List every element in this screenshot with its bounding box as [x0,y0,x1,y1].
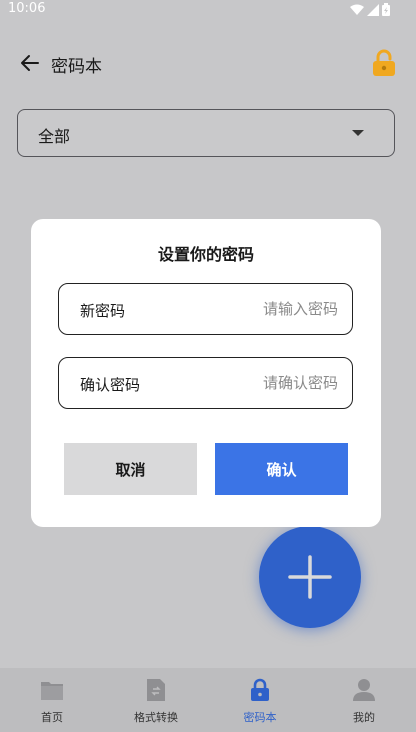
plus-icon [288,555,332,599]
lock-icon[interactable] [371,49,397,77]
page-title: 密码本 [51,57,102,77]
new-password-input[interactable] [188,296,338,322]
folder-icon [41,682,63,700]
confirm-button[interactable]: 确认 [215,443,348,495]
status-time: 10:06 [8,1,46,16]
nav-label: 格式转换 [134,711,178,724]
app-bar: 密码本 [0,40,416,86]
new-password-field[interactable]: 新密码 [58,283,353,335]
file-convert-icon [147,679,165,701]
wifi-icon [350,4,364,15]
back-arrow-icon[interactable] [18,51,42,75]
nav-label: 我的 [353,711,375,724]
new-password-label: 新密码 [80,302,126,320]
nav-item-me[interactable]: 我的 [312,668,416,732]
nav-item-password-book[interactable]: 密码本 [208,668,312,732]
confirm-password-field[interactable]: 确认密码 [58,357,353,409]
status-bar: 10:06 [0,0,416,20]
nav-label: 密码本 [243,711,277,724]
add-button[interactable] [259,526,361,628]
nav-item-format-convert[interactable]: 格式转换 [104,668,208,732]
nav-item-home[interactable]: 首页 [0,668,104,732]
confirm-password-input[interactable] [188,370,338,396]
dropdown-arrow-icon [352,130,364,136]
confirm-password-label: 确认密码 [80,376,141,394]
category-select-value: 全部 [38,127,71,146]
set-password-dialog: 设置你的密码 新密码 确认密码 取消 确认 [31,219,381,527]
bottom-nav: 首页 格式转换 密码本 我的 [0,668,416,732]
battery-icon [382,3,390,16]
signal-icon [367,3,379,16]
status-icons [350,3,390,16]
cancel-button[interactable]: 取消 [64,443,197,495]
category-select[interactable]: 全部 [17,109,395,157]
lock-icon [251,678,269,701]
person-icon [353,679,375,701]
nav-label: 首页 [41,711,63,724]
dialog-title: 设置你的密码 [157,245,254,264]
